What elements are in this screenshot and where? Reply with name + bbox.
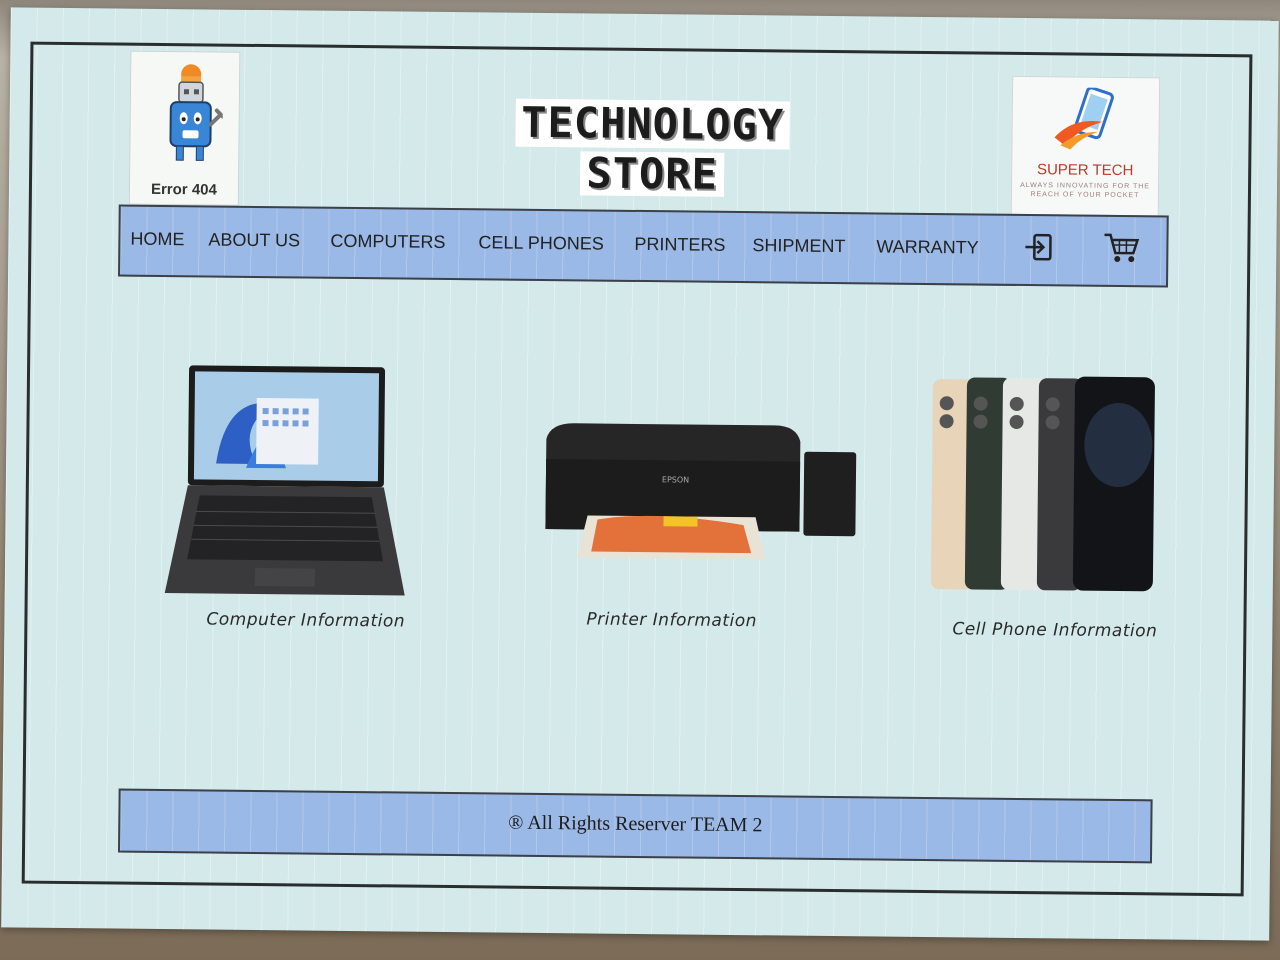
store-title-line1: TECHNOLOGY bbox=[514, 98, 791, 150]
shopping-cart-icon[interactable] bbox=[1102, 231, 1140, 265]
nav-warranty[interactable]: WARRANTY bbox=[876, 236, 979, 258]
printer-image: EPSON bbox=[545, 423, 857, 560]
logo-caption: Error 404 bbox=[150, 180, 217, 199]
footer-bar: ® All Rights Reserver TEAM 2 bbox=[118, 788, 1153, 864]
nav-printers[interactable]: PRINTERS bbox=[634, 234, 725, 256]
copyright-text: ® All Rights Reserver TEAM 2 bbox=[508, 811, 763, 837]
login-icon[interactable] bbox=[1022, 230, 1056, 264]
computer-info-caption[interactable]: Computer Information bbox=[206, 609, 405, 631]
cell-phones-image bbox=[930, 376, 1155, 592]
cell-phone-info-caption[interactable]: Cell Phone Information bbox=[952, 619, 1157, 641]
product-computer[interactable]: Computer Information bbox=[154, 363, 417, 646]
paper-page: Error 404 TECHNOLOGY STORE SUPER TECH AL… bbox=[1, 7, 1279, 941]
nav-computers[interactable]: COMPUTERS bbox=[330, 231, 445, 253]
nav-cell-phones[interactable]: CELL PHONES bbox=[478, 232, 604, 254]
main-navbar: HOME ABOUT US COMPUTERS CELL PHONES PRIN… bbox=[118, 204, 1169, 288]
brand-name: SUPER TECH bbox=[1036, 161, 1134, 180]
super-tech-logo[interactable]: SUPER TECH ALWAYS INNOVATING FOR THE REA… bbox=[1010, 75, 1161, 218]
nav-shipment[interactable]: SHIPMENT bbox=[752, 235, 845, 257]
product-printer[interactable]: EPSON Printer Information bbox=[532, 419, 864, 632]
product-cell-phones[interactable]: Cell Phone Information bbox=[926, 373, 1159, 645]
smartphone-icon bbox=[1054, 87, 1114, 150]
brand-slogan: ALWAYS INNOVATING FOR THE REACH OF YOUR … bbox=[1020, 181, 1151, 200]
store-title: TECHNOLOGY STORE bbox=[467, 98, 838, 199]
svg-text:EPSON: EPSON bbox=[662, 475, 689, 484]
usb-robot-icon bbox=[169, 64, 224, 161]
store-title-line2: STORE bbox=[580, 148, 725, 199]
nav-home[interactable]: HOME bbox=[130, 229, 184, 251]
error-404-logo[interactable]: Error 404 bbox=[128, 50, 241, 206]
printer-info-caption[interactable]: Printer Information bbox=[586, 609, 757, 631]
nav-about-us[interactable]: ABOUT US bbox=[208, 229, 300, 251]
laptop-image bbox=[164, 365, 405, 596]
